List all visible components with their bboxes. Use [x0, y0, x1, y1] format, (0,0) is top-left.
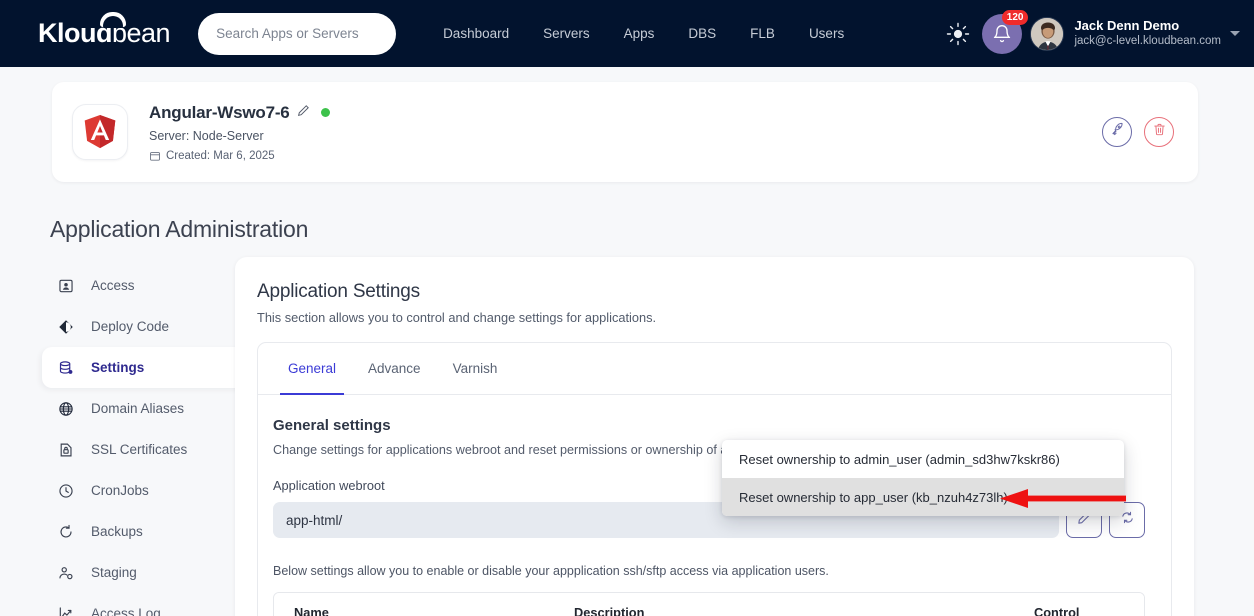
application-server: Server: Node-Server	[149, 128, 264, 143]
sidebar-item-access-log[interactable]: Access Log	[42, 593, 257, 616]
sidebar-item-label: Access Log	[91, 606, 161, 616]
user-menu[interactable]: Jack Denn Demo jack@c-level.kloudbean.co…	[1074, 18, 1221, 49]
application-meta: Angular-Wswo7-6 Server: Node-Server Crea…	[149, 103, 330, 162]
tab-general[interactable]: General	[272, 343, 352, 395]
sidebar-item-label: SSL Certificates	[91, 442, 188, 457]
page-title: Application Administration	[50, 216, 309, 242]
launch-button[interactable]	[1102, 117, 1132, 147]
annotation-arrow-icon	[1000, 489, 1126, 508]
panel-subheading: This section allows you to control and c…	[257, 310, 657, 325]
application-created: Created: Mar 6, 2025	[149, 150, 330, 162]
application-created-text: Created: Mar 6, 2025	[166, 149, 275, 162]
table-header-name: Name	[294, 604, 329, 616]
application-settings-panel: Application Settings This section allows…	[235, 257, 1194, 616]
sidebar-item-deploy-code[interactable]: Deploy Code	[42, 306, 257, 347]
globe-icon	[58, 401, 78, 417]
user-email: jack@c-level.kloudbean.com	[1074, 35, 1221, 48]
nav-item-flb[interactable]: FLB	[733, 26, 792, 41]
ssh-access-note: Below settings allow you to enable or di…	[273, 564, 829, 578]
table-header-row: Name Description Control	[274, 593, 1144, 616]
database-settings-icon	[58, 360, 78, 376]
rocket-icon	[1110, 122, 1125, 142]
chevron-down-icon[interactable]	[1230, 31, 1240, 36]
calendar-icon	[149, 150, 161, 162]
nav-item-dbs[interactable]: DBS	[671, 26, 733, 41]
refresh-icon	[58, 524, 78, 540]
angular-logo-icon	[72, 104, 128, 160]
nav-item-apps[interactable]: Apps	[607, 26, 672, 41]
nav-item-dashboard[interactable]: Dashboard	[426, 26, 526, 41]
sidebar-item-label: CronJobs	[91, 483, 149, 498]
sidebar-item-label: Domain Aliases	[91, 401, 185, 416]
sidebar-item-cronjobs[interactable]: CronJobs	[42, 470, 257, 511]
notification-count-badge: 120	[1001, 9, 1029, 25]
general-settings-heading: General settings	[273, 417, 391, 434]
sidebar-item-label: Settings	[91, 360, 145, 375]
avatar[interactable]	[1030, 16, 1065, 51]
sidebar-item-domain-aliases[interactable]: Domain Aliases	[42, 388, 257, 429]
sidebar-item-label: Access	[91, 278, 135, 293]
primary-nav: Dashboard Servers Apps DBS FLB Users	[426, 26, 861, 41]
certificate-lock-icon	[58, 442, 78, 458]
sidebar-item-backups[interactable]: Backups	[42, 511, 257, 552]
status-badge	[320, 108, 330, 117]
application-header-card: Angular-Wswo7-6 Server: Node-Server Crea…	[52, 82, 1198, 182]
deploy-icon	[58, 319, 78, 335]
user-name: Jack Denn Demo	[1074, 18, 1180, 34]
search-input[interactable]	[216, 26, 379, 41]
user-gear-icon	[58, 565, 78, 581]
kloudbean-logo[interactable]: Kloudbean	[38, 12, 171, 49]
chart-line-icon	[58, 606, 78, 616]
user-card-icon	[58, 278, 78, 294]
settings-sidebar: Access Deploy Code Settings Domain Alias…	[42, 265, 270, 616]
tab-varnish[interactable]: Varnish	[437, 343, 514, 394]
panel-heading: Application Settings	[257, 281, 420, 302]
application-name: Angular-Wswo7-6	[149, 102, 290, 122]
application-users-table: Name Description Control	[273, 592, 1145, 616]
application-actions	[1102, 117, 1174, 147]
clock-icon	[58, 483, 78, 499]
sun-icon[interactable]	[944, 20, 972, 48]
table-header-control: Control	[1034, 604, 1080, 616]
sidebar-item-staging[interactable]: Staging	[42, 552, 257, 593]
trash-icon	[1152, 122, 1167, 142]
sidebar-item-access[interactable]: Access	[42, 265, 257, 306]
sidebar-item-label: Staging	[91, 565, 137, 580]
settings-tabs: General Advance Varnish	[258, 343, 1171, 395]
top-navbar: Kloudbean Dashboard Servers Apps DBS FLB…	[0, 0, 1254, 67]
sidebar-item-label: Deploy Code	[91, 319, 170, 334]
delete-button[interactable]	[1144, 117, 1174, 147]
sidebar-item-label: Backups	[91, 524, 143, 539]
notifications-button[interactable]: 120	[982, 9, 1029, 54]
nav-item-users[interactable]: Users	[792, 26, 861, 41]
navbar-right: 120 Jack Denn Demo jack@c-level.kloudbea…	[944, 9, 1254, 54]
pencil-icon[interactable]	[297, 104, 310, 122]
sidebar-item-ssl-certificates[interactable]: SSL Certificates	[42, 429, 257, 470]
search-box[interactable]	[198, 12, 397, 55]
table-header-description: Description	[574, 604, 645, 616]
cloud-icon	[100, 12, 126, 28]
tab-advance[interactable]: Advance	[352, 343, 437, 394]
nav-item-servers[interactable]: Servers	[526, 26, 607, 41]
dropdown-item-reset-ownership-admin-user[interactable]: Reset ownership to admin_user (admin_sd3…	[722, 440, 1124, 478]
